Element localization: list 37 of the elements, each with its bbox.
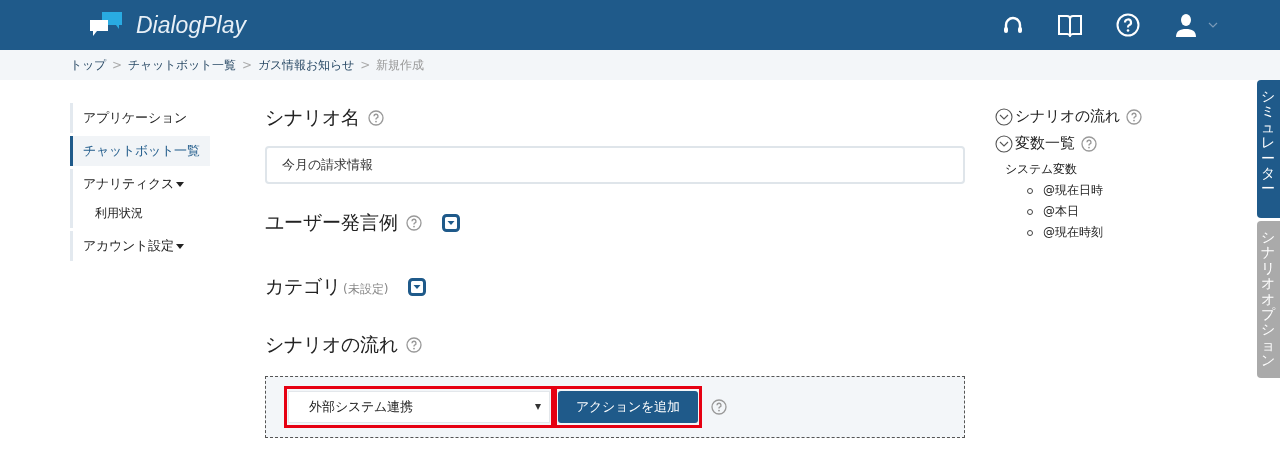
dropdown-toggle-icon[interactable] — [442, 214, 460, 232]
variable-group: システム変数 — [1005, 161, 1225, 178]
sidebar-item[interactable]: アプリケーション — [73, 103, 210, 133]
panel-heading: 変数一覧 — [1015, 134, 1075, 153]
breadcrumb-current: 新規作成 — [376, 56, 425, 74]
user-icon[interactable] — [1174, 13, 1198, 37]
headset-icon[interactable] — [1002, 14, 1024, 36]
section-title: シナリオ名 — [265, 105, 360, 130]
app-logo: DialogPlay — [136, 11, 246, 39]
sidebar-item[interactable]: アナリティクス — [73, 169, 210, 199]
section-title: カテゴリ — [265, 274, 341, 299]
variable-name: @本日 — [1043, 203, 1079, 220]
category-note: (未設定) — [343, 281, 389, 298]
breadcrumb-separator: > — [360, 58, 371, 72]
panel-heading: シナリオの流れ — [1015, 107, 1120, 126]
variable-name: @現在日時 — [1043, 182, 1103, 199]
breadcrumb-link[interactable]: ガス情報お知らせ — [258, 56, 355, 74]
section-title: シナリオの流れ — [265, 332, 398, 357]
collapse-chevron-icon[interactable] — [995, 107, 1013, 126]
book-icon[interactable] — [1058, 13, 1082, 37]
side-tab[interactable]: シミュレーター — [1257, 80, 1280, 218]
breadcrumb-link[interactable]: トップ — [70, 56, 106, 74]
breadcrumb-separator: > — [242, 58, 253, 72]
add-action-button[interactable]: アクションを追加 — [558, 391, 698, 423]
variable-name: @現在時刻 — [1043, 224, 1103, 241]
section-title: ユーザー発言例 — [265, 210, 398, 235]
dropdown-toggle-icon[interactable] — [408, 278, 427, 296]
chevron-down-icon[interactable] — [1208, 22, 1218, 28]
sidebar-item[interactable]: アカウント設定 — [73, 231, 210, 261]
collapse-chevron-icon[interactable] — [995, 134, 1013, 153]
scenario-name-field[interactable]: 今月の請求情報 — [265, 146, 965, 184]
chat-bubbles-icon — [90, 12, 124, 38]
breadcrumb-separator: > — [112, 58, 123, 72]
sidebar-item[interactable]: チャットボット一覧 — [70, 136, 210, 166]
sidebar-subitem[interactable]: 利用状況 — [73, 199, 210, 228]
action-select[interactable]: 外部システム連携 — [288, 391, 550, 423]
breadcrumb-link[interactable]: チャットボット一覧 — [128, 56, 237, 74]
